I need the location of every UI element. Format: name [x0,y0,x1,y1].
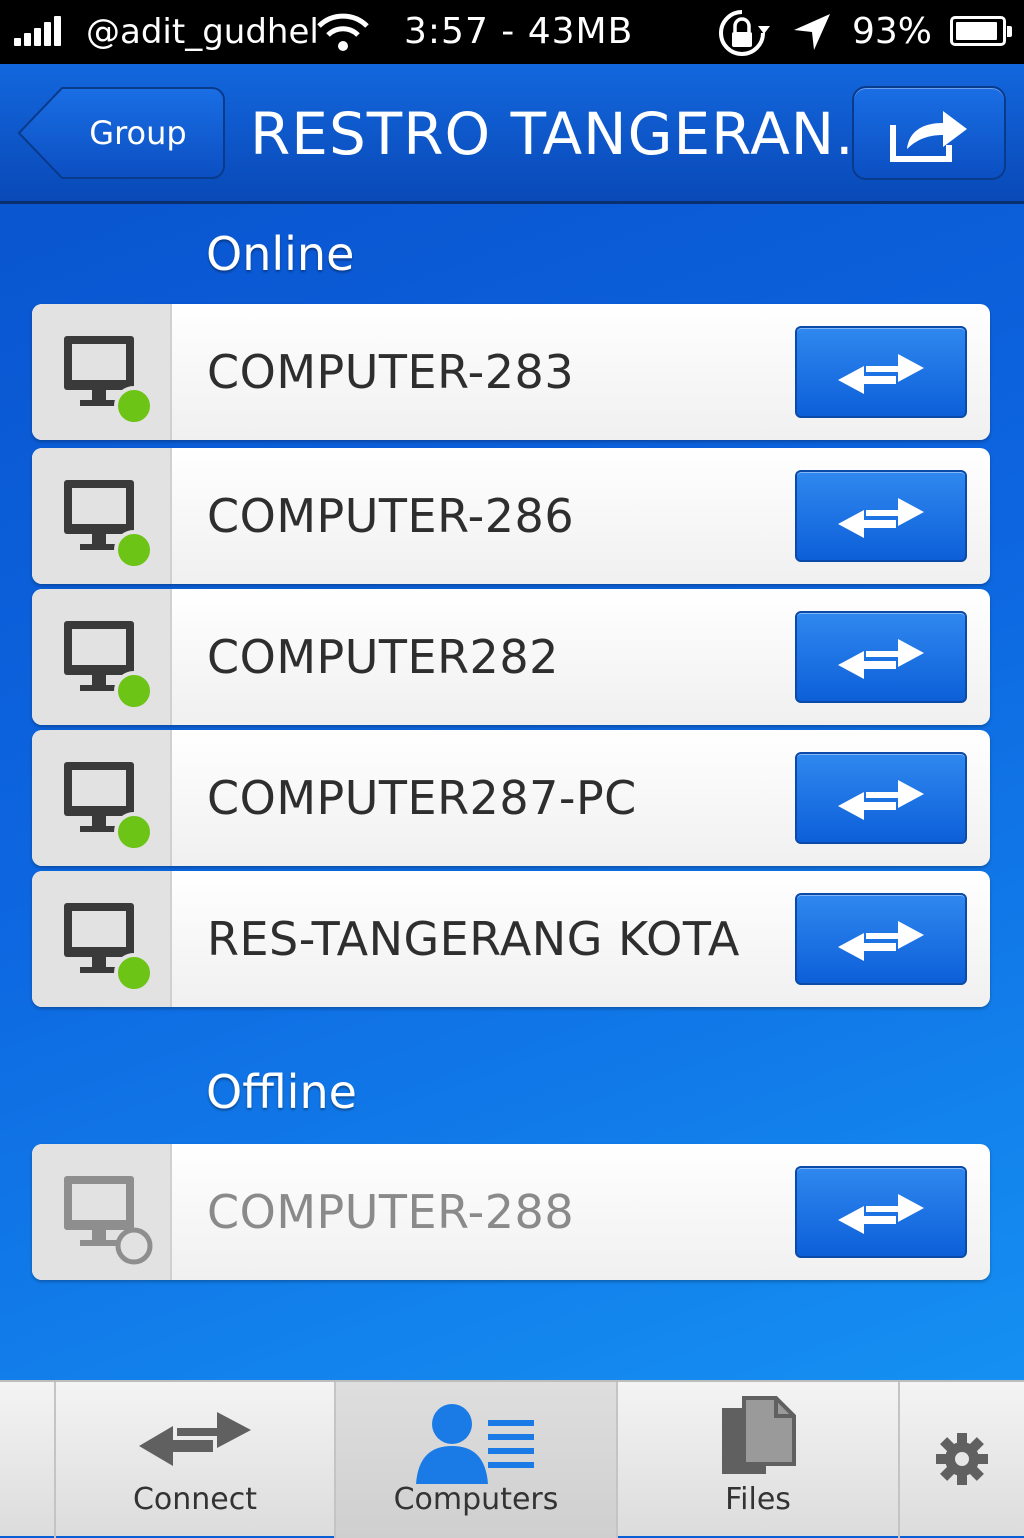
computer-name: COMPUTER-288 [207,1185,575,1239]
tab-bar-spacer [0,1382,54,1538]
back-button-label: Group [89,114,187,152]
navigation-bar: Group RESTRO TANGERAN... [0,64,1024,204]
computer-name: RES-TANGERANG KOTA [207,912,740,966]
location-arrow-icon [794,14,830,50]
computer-row-offline[interactable]: COMPUTER-288 [32,1144,990,1280]
connect-arrows-icon [139,1412,251,1466]
computer-row[interactable]: COMPUTER-286 [32,448,990,584]
online-computer-icon [64,336,154,426]
connect-arrows-icon [838,639,924,679]
connect-arrows-icon [838,498,924,538]
computer-row[interactable]: COMPUTER282 [32,589,990,725]
carrier-name: @adit_gudhel [86,12,319,52]
connect-button[interactable] [795,326,967,418]
online-computer-icon [64,621,154,711]
connect-arrows-icon [838,354,924,394]
row-icon-cell [32,1144,172,1280]
computer-name: COMPUTER287-PC [207,771,637,825]
row-icon-cell [32,589,172,725]
gear-icon [936,1433,988,1485]
rotation-lock-icon [719,10,770,56]
connect-arrows-icon [838,1194,924,1234]
battery-icon [950,16,1012,46]
connect-button[interactable] [795,611,967,703]
online-computer-icon [64,480,154,570]
computer-row[interactable]: COMPUTER-283 [32,304,990,440]
page-title: RESTRO TANGERAN... [250,100,894,168]
tab-files[interactable]: Files [616,1382,898,1538]
computer-row[interactable]: COMPUTER287-PC [32,730,990,866]
share-icon [890,111,967,162]
tab-files-label: Files [725,1482,791,1517]
offline-computer-icon [64,1176,153,1265]
online-computer-icon [64,903,154,993]
tab-connect-label: Connect [132,1482,258,1517]
computer-name: COMPUTER-286 [207,489,575,543]
offline-section-heading: Offline [206,1065,357,1119]
clock-memory: 3:57 - 43MB [404,11,634,52]
connect-button[interactable] [795,470,967,562]
computer-row[interactable]: RES-TANGERANG KOTA [32,871,990,1007]
row-icon-cell [32,730,172,866]
connect-button[interactable] [795,1166,967,1258]
group-back-button[interactable]: Group [16,86,226,180]
wifi-icon [317,13,369,51]
settings-button[interactable] [898,1382,1024,1538]
tab-computers[interactable]: Computers [334,1382,616,1538]
tab-bar: Connect Computers Files [0,1380,1024,1538]
row-icon-cell [32,871,172,1007]
battery-percentage: 93% [852,11,933,52]
online-section-heading: Online [206,227,355,281]
share-button[interactable] [852,86,1006,180]
tab-connect[interactable]: Connect [54,1382,334,1538]
connect-button[interactable] [795,893,967,985]
connect-arrows-icon [838,921,924,961]
online-computer-icon [64,762,154,852]
row-icon-cell [32,304,172,440]
computers-contacts-icon [416,1404,534,1484]
connect-button[interactable] [795,752,967,844]
computer-name: COMPUTER-283 [207,345,575,399]
battery-level-fill [956,22,997,40]
computer-list: Online COMPUTER-283 COMPUTER-286 COMPUTE… [0,204,1024,1380]
files-icon [722,1396,796,1474]
signal-strength-icon [14,16,61,46]
tab-computers-label: Computers [393,1482,559,1517]
computer-name: COMPUTER282 [207,630,559,684]
row-icon-cell [32,448,172,584]
connect-arrows-icon [838,780,924,820]
status-bar: @adit_gudhel 3:57 - 43MB 93% [0,0,1024,64]
